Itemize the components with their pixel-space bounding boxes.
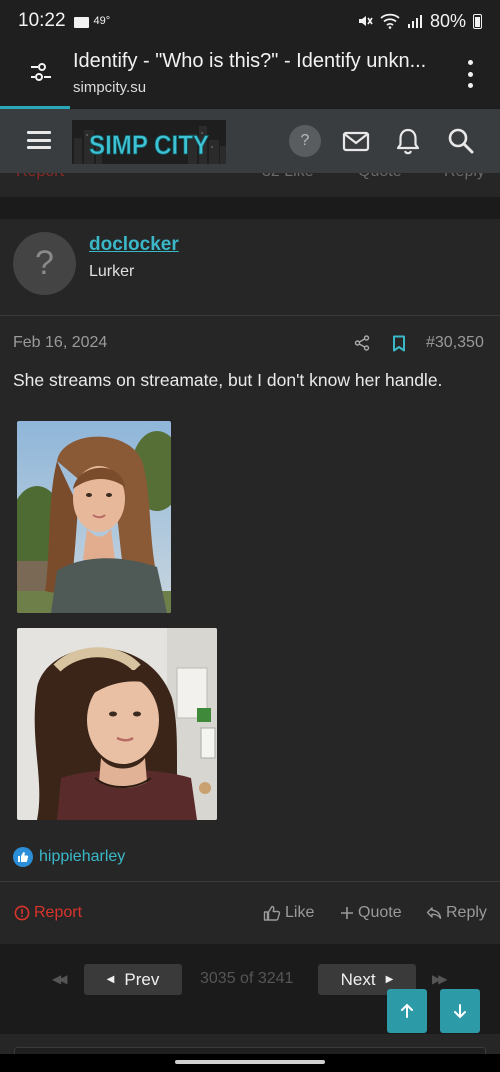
bell-icon[interactable] bbox=[393, 127, 423, 155]
signal-icon bbox=[407, 15, 422, 28]
prev-label: Prev bbox=[124, 969, 160, 989]
post-number-link[interactable]: #30,350 bbox=[426, 334, 484, 352]
site-settings-icon[interactable] bbox=[30, 62, 52, 82]
chevron-right-icon: ▶ bbox=[385, 974, 394, 985]
report-label: Report bbox=[34, 904, 83, 921]
plus-icon bbox=[341, 907, 353, 919]
avatar[interactable]: ? bbox=[13, 232, 76, 295]
wifi-icon bbox=[380, 13, 400, 29]
thumbs-up-icon bbox=[263, 905, 281, 921]
chevron-left-icon: ◀ bbox=[106, 974, 115, 985]
forum-post: ? doclocker Lurker Feb 16, 2024 #30,350 … bbox=[0, 219, 500, 944]
report-button[interactable]: Report bbox=[14, 904, 82, 922]
author-username[interactable]: doclocker bbox=[89, 234, 179, 256]
home-gesture-handle[interactable] bbox=[175, 1060, 325, 1064]
post-separator bbox=[0, 197, 500, 219]
quote-button[interactable]: Quote bbox=[340, 904, 402, 922]
author-role: Lurker bbox=[89, 263, 135, 280]
post-body-text: She streams on streamate, but I don't kn… bbox=[13, 370, 443, 390]
like-button[interactable]: Like bbox=[263, 904, 314, 922]
scroll-to-top-button[interactable] bbox=[387, 989, 427, 1033]
browser-url-bar[interactable]: Identify - "Who is this?" - Identify unk… bbox=[0, 42, 500, 108]
quote-label: Quote bbox=[358, 904, 402, 921]
battery-icon bbox=[473, 13, 482, 29]
prev-quote-link[interactable]: Quote bbox=[358, 173, 402, 181]
post-author-bar: ? doclocker Lurker bbox=[0, 219, 500, 316]
status-bar: 10:22 49° 80% bbox=[0, 0, 500, 42]
prev-reply-link[interactable]: Reply bbox=[444, 173, 485, 181]
logo-text: SIMP CITY bbox=[89, 130, 209, 160]
like-label: Like bbox=[285, 904, 315, 921]
mail-icon[interactable] bbox=[341, 127, 371, 155]
browser-menu-icon[interactable] bbox=[461, 60, 479, 88]
photo-thumbnail-2 bbox=[17, 628, 217, 820]
help-button[interactable]: ? bbox=[289, 125, 321, 157]
arrow-up-icon bbox=[401, 1003, 413, 1018]
reaction-summary[interactable]: hippieharley bbox=[13, 847, 125, 867]
folder-icon bbox=[73, 16, 89, 28]
post-actions: Report Like Quote Reply bbox=[0, 881, 500, 944]
next-label: Next bbox=[340, 969, 376, 989]
warning-circle-icon bbox=[14, 905, 30, 921]
mute-icon bbox=[358, 16, 373, 26]
share-icon[interactable] bbox=[354, 335, 370, 351]
reply-arrow-icon bbox=[426, 907, 442, 919]
last-page-icon[interactable]: ▶▶ bbox=[432, 972, 448, 986]
previous-post-footer: Report 32 Like Quote Reply bbox=[0, 173, 500, 197]
attached-photo[interactable] bbox=[17, 628, 217, 820]
bookmark-icon[interactable] bbox=[392, 335, 406, 352]
system-nav-bar bbox=[0, 1054, 500, 1072]
search-icon[interactable] bbox=[446, 127, 476, 155]
photo-thumbnail-1 bbox=[17, 421, 171, 613]
like-reaction-icon bbox=[13, 847, 33, 867]
first-page-icon[interactable]: ◀◀ bbox=[52, 972, 68, 986]
prev-page-button[interactable]: ◀ Prev bbox=[84, 964, 182, 995]
next-section-edge bbox=[0, 1034, 500, 1054]
clock: 10:22 bbox=[18, 10, 66, 31]
prev-like-link[interactable]: 32 Like bbox=[262, 173, 314, 181]
page-domain[interactable]: simpcity.su bbox=[73, 79, 146, 96]
reaction-user-link[interactable]: hippieharley bbox=[39, 848, 125, 866]
arrow-down-icon bbox=[454, 1004, 466, 1019]
page-count[interactable]: 3035 of 3241 bbox=[200, 970, 293, 988]
reply-button[interactable]: Reply bbox=[426, 904, 487, 922]
reply-label: Reply bbox=[446, 904, 487, 921]
post-date[interactable]: Feb 16, 2024 bbox=[13, 334, 107, 352]
temperature: 49° bbox=[93, 15, 111, 27]
hamburger-menu-icon[interactable] bbox=[27, 131, 51, 149]
battery-percent: 80% bbox=[429, 10, 466, 31]
attached-photo[interactable] bbox=[17, 421, 171, 613]
scroll-to-bottom-button[interactable] bbox=[440, 989, 480, 1033]
prev-report-link[interactable]: Report bbox=[16, 173, 64, 181]
site-logo[interactable]: SIMP CITY bbox=[72, 120, 226, 164]
page-title[interactable]: Identify - "Who is this?" - Identify unk… bbox=[73, 50, 443, 73]
